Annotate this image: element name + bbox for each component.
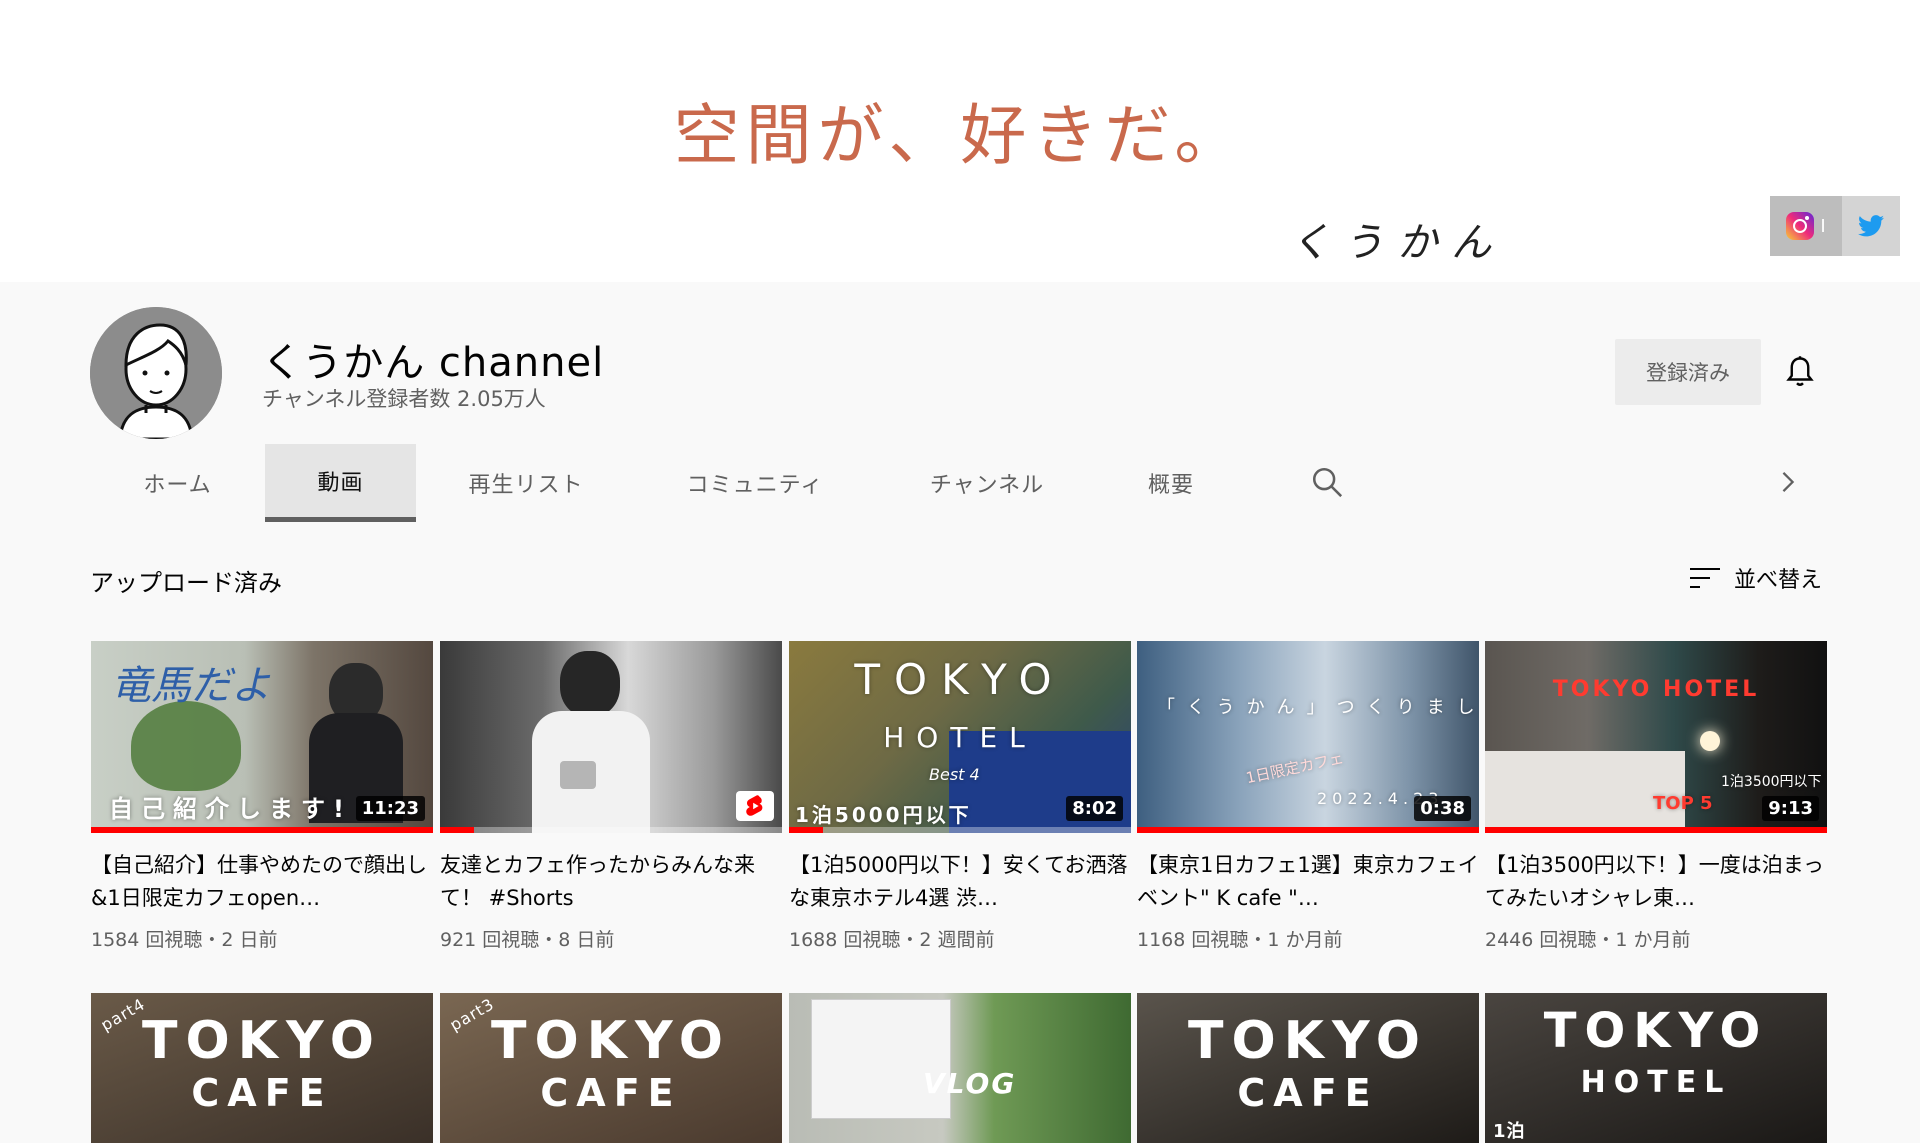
video-card[interactable]: 「くうかん」つくりました。 1日限定カフェ 2022.4.23 0:38 【東京… <box>1137 641 1479 952</box>
thumbnail-subtext: CAFE <box>191 1071 333 1115</box>
thumbnail-subtext: CAFE <box>1237 1071 1379 1115</box>
video-thumbnail[interactable]: part4 TOKYO CAFE <box>91 993 433 1143</box>
video-title[interactable]: 【1泊5000円以下！】安くてお洒落な東京ホテル4選 渋… <box>789 849 1131 915</box>
instagram-link[interactable]: I <box>1770 196 1842 256</box>
video-meta: 1688 回視聴・2 週間前 <box>789 929 995 951</box>
tab-videos[interactable]: 動画 <box>265 444 416 522</box>
video-thumbnail[interactable]: VLOG <box>789 993 1131 1143</box>
thumbnail-subtext: HOTEL <box>1580 1065 1732 1100</box>
thumbnail-text: TOKYO HOTEL <box>1552 677 1760 702</box>
thumbnail-price: 1泊5000円以下 <box>795 803 972 827</box>
search-icon[interactable] <box>1310 465 1344 499</box>
video-title[interactable]: 【東京1日カフェ1選】東京カフェイベント" K cafe "… <box>1137 849 1479 915</box>
video-card[interactable]: TOKYO HOTEL TOP 5 1泊3500円以下 9:13 【1泊3500… <box>1485 641 1827 952</box>
tab-home[interactable]: ホーム <box>90 444 265 522</box>
instagram-link-text: I <box>1820 215 1826 237</box>
thumbnail-text: TOKYO <box>1543 1003 1769 1059</box>
video-card[interactable]: 竜馬だよ 自己紹介します! 11:23 【自己紹介】仕事やめたので顔出し&1日限… <box>91 641 433 952</box>
instagram-icon <box>1786 212 1815 240</box>
video-thumbnail[interactable]: part3 TOKYO CAFE <box>440 993 782 1143</box>
tab-playlists[interactable]: 再生リスト <box>416 444 636 522</box>
video-meta: 921 回視聴・8 日前 <box>440 929 615 951</box>
watch-progress-bar <box>1137 827 1479 833</box>
channel-banner: 空間が、好きだ。 くうかん I <box>0 0 1920 282</box>
subscriber-count: チャンネル登録者数 2.05万人 <box>262 387 546 411</box>
video-duration: 11:23 <box>355 796 425 821</box>
video-thumbnail[interactable]: 「くうかん」つくりました。 1日限定カフェ 2022.4.23 0:38 <box>1137 641 1479 833</box>
video-title[interactable]: 【自己紹介】仕事やめたので顔出し&1日限定カフェopen… <box>91 849 433 915</box>
video-thumbnail[interactable]: TOKYO HOTEL 1泊 <box>1485 993 1827 1143</box>
channel-name: くうかん channel <box>262 340 605 386</box>
banner-signature: くうかん <box>1290 220 1506 266</box>
video-thumbnail[interactable]: 竜馬だよ 自己紹介します! 11:23 <box>91 641 433 833</box>
thumbnail-text: TOKYO <box>854 655 1066 704</box>
video-duration: 0:38 <box>1414 796 1471 821</box>
video-meta: 1168 回視聴・1 か月前 <box>1137 929 1343 951</box>
watch-progress-bar <box>440 827 475 833</box>
video-meta: 1584 回視聴・2 日前 <box>91 929 278 951</box>
tab-channels[interactable]: チャンネル <box>874 444 1100 522</box>
thumbnail-text: VLOG <box>923 1067 1017 1100</box>
video-title[interactable]: 【1泊3500円以下！】一度は泊まってみたいオシャレ東… <box>1485 849 1827 915</box>
thumbnail-handwriting: 竜馬だよ <box>111 663 271 709</box>
twitter-link[interactable] <box>1842 196 1900 256</box>
bell-icon[interactable] <box>1782 354 1818 390</box>
thumbnail-badge: Best 4 <box>929 765 980 784</box>
tab-community[interactable]: コミュニティ <box>636 444 874 522</box>
thumbnail-text: TOKYO <box>142 1011 382 1071</box>
sort-label: 並べ替え <box>1734 568 1823 593</box>
thumbnail-text: 「くうかん」つくりました。 <box>1157 697 1479 718</box>
video-thumbnail[interactable]: TOKYO HOTEL Best 4 1泊5000円以下 8:02 <box>789 641 1131 833</box>
thumbnail-text: 自己紹介します! <box>109 795 352 823</box>
watch-progress-bar <box>91 827 433 833</box>
banner-tagline: 空間が、好きだ。 <box>673 97 1247 174</box>
shorts-icon <box>736 791 774 821</box>
video-duration: 9:13 <box>1762 796 1819 821</box>
watch-progress-bar <box>789 827 824 833</box>
chevron-right-icon[interactable] <box>1775 466 1801 498</box>
avatar-illustration <box>90 307 222 439</box>
video-thumbnail[interactable]: TOKYO HOTEL TOP 5 1泊3500円以下 9:13 <box>1485 641 1827 833</box>
video-card[interactable]: TOKYO HOTEL Best 4 1泊5000円以下 8:02 【1泊500… <box>789 641 1131 952</box>
video-meta: 2446 回視聴・1 か月前 <box>1485 929 1691 951</box>
video-duration: 8:02 <box>1066 796 1123 821</box>
thumbnail-subtext: HOTEL <box>883 721 1037 754</box>
channel-tabs: ホーム 動画 再生リスト コミュニティ チャンネル 概要 <box>90 444 1242 522</box>
avatar[interactable] <box>90 307 222 439</box>
thumbnail-price: 1泊3500円以下 <box>1721 774 1822 790</box>
thumbnail-stamp: 1日限定カフェ <box>1244 748 1346 788</box>
banner-links: I <box>1770 196 1900 256</box>
video-card[interactable]: 友達とカフェ作ったからみんな来て！ #Shorts 921 回視聴・8 日前 <box>440 641 782 952</box>
thumbnail-text: TOKYO <box>491 1011 731 1071</box>
sort-button[interactable]: 並べ替え <box>1690 562 1822 594</box>
video-thumbnail[interactable] <box>440 641 782 833</box>
video-title[interactable]: 友達とカフェ作ったからみんな来て！ #Shorts <box>440 849 782 915</box>
twitter-icon <box>1858 215 1884 237</box>
watch-progress-bar <box>1485 827 1827 833</box>
video-thumbnail[interactable]: TOKYO CAFE <box>1137 993 1479 1143</box>
thumbnail-rank: TOP 5 <box>1653 793 1713 814</box>
section-title: アップロード済み <box>90 569 282 597</box>
thumbnail-tag: 1泊 <box>1493 1121 1526 1142</box>
subscribe-button[interactable]: 登録済み <box>1615 339 1761 405</box>
sort-icon <box>1690 568 1720 588</box>
thumbnail-text: TOKYO <box>1188 1011 1428 1071</box>
tab-about[interactable]: 概要 <box>1100 444 1242 522</box>
thumbnail-subtext: CAFE <box>540 1071 682 1115</box>
